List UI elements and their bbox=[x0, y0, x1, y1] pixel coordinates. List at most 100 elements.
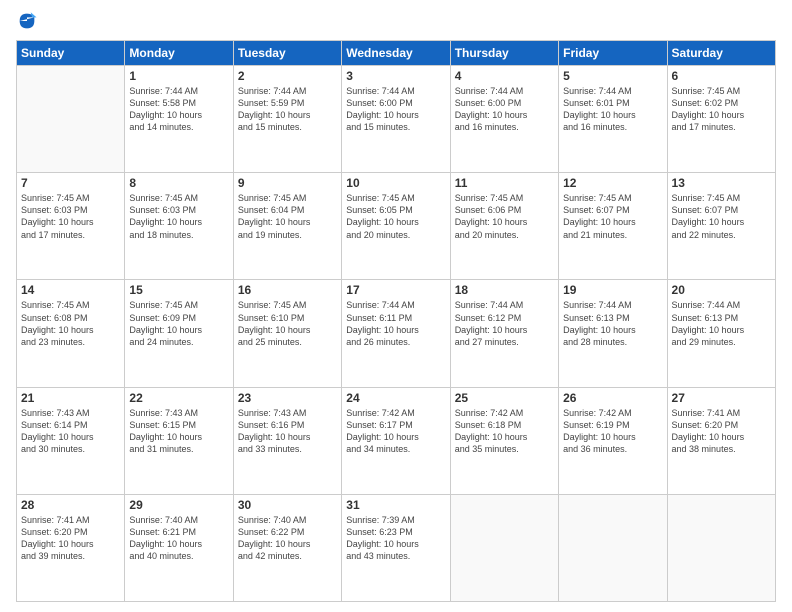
calendar-cell: 25Sunrise: 7:42 AM Sunset: 6:18 PM Dayli… bbox=[450, 387, 558, 494]
calendar-table: SundayMondayTuesdayWednesdayThursdayFrid… bbox=[16, 40, 776, 602]
day-number: 14 bbox=[21, 283, 120, 297]
calendar-cell: 11 Sunrise: 7:45 AM Sunset: 6:06 PM Dayli… bbox=[450, 173, 558, 280]
weekday-wednesday: Wednesday bbox=[342, 41, 450, 66]
day-info: Sunrise: 7:42 AM Sunset: 6:18 PM Dayligh… bbox=[455, 407, 554, 456]
day-number: 3 bbox=[346, 69, 445, 83]
day-info: Sunrise: 7:45 AM Sunset: 6:03 PM Dayligh… bbox=[21, 192, 120, 241]
day-number: 22 bbox=[129, 391, 228, 405]
day-info: Sunrise: 7:42 AM Sunset: 6:17 PM Dayligh… bbox=[346, 407, 445, 456]
calendar-cell: 1Sunrise: 7:44 AM Sunset: 5:58 PM Daylig… bbox=[125, 66, 233, 173]
day-number: 29 bbox=[129, 498, 228, 512]
calendar-cell: 27 Sunrise: 7:41 AM Sunset: 6:20 PM Dayli… bbox=[667, 387, 775, 494]
logo-icon bbox=[16, 10, 38, 32]
day-info: Sunrise: 7:45 AM Sunset: 6:09 PM Dayligh… bbox=[129, 299, 228, 348]
calendar-cell bbox=[17, 66, 125, 173]
day-info: Sunrise: 7:45 AM Sunset: 6:08 PM Dayligh… bbox=[21, 299, 120, 348]
day-info: Sunrise: 7:44 AM Sunset: 6:00 PM Dayligh… bbox=[346, 85, 445, 134]
day-info: Sunrise: 7:39 AM Sunset: 6:23 PM Dayligh… bbox=[346, 514, 445, 563]
week-row-0: 1Sunrise: 7:44 AM Sunset: 5:58 PM Daylig… bbox=[17, 66, 776, 173]
weekday-thursday: Thursday bbox=[450, 41, 558, 66]
day-info: Sunrise: 7:44 AM Sunset: 6:13 PM Dayligh… bbox=[563, 299, 662, 348]
day-info: Sunrise: 7:45 AM Sunset: 6:03 PM Dayligh… bbox=[129, 192, 228, 241]
day-number: 23 bbox=[238, 391, 337, 405]
day-info: Sunrise: 7:45 AM Sunset: 6:02 PM Dayligh… bbox=[672, 85, 771, 134]
day-info: Sunrise: 7:43 AM Sunset: 6:15 PM Dayligh… bbox=[129, 407, 228, 456]
day-number: 28 bbox=[21, 498, 120, 512]
day-info: Sunrise: 7:45 AM Sunset: 6:07 PM Dayligh… bbox=[563, 192, 662, 241]
calendar-cell: 30 Sunrise: 7:40 AM Sunset: 6:22 PM Dayli… bbox=[233, 494, 341, 601]
day-number: 30 bbox=[238, 498, 337, 512]
day-number: 31 bbox=[346, 498, 445, 512]
day-number: 5 bbox=[563, 69, 662, 83]
week-row-2: 14 Sunrise: 7:45 AM Sunset: 6:08 PM Dayli… bbox=[17, 280, 776, 387]
calendar-cell bbox=[667, 494, 775, 601]
calendar-cell: 29 Sunrise: 7:40 AM Sunset: 6:21 PM Dayli… bbox=[125, 494, 233, 601]
day-info: Sunrise: 7:44 AM Sunset: 6:12 PM Dayligh… bbox=[455, 299, 554, 348]
calendar-cell: 19Sunrise: 7:44 AM Sunset: 6:13 PM Dayli… bbox=[559, 280, 667, 387]
day-info: Sunrise: 7:40 AM Sunset: 6:21 PM Dayligh… bbox=[129, 514, 228, 563]
day-number: 7 bbox=[21, 176, 120, 190]
calendar-cell: 7 Sunrise: 7:45 AM Sunset: 6:03 PM Daylig… bbox=[17, 173, 125, 280]
day-number: 18 bbox=[455, 283, 554, 297]
day-number: 20 bbox=[672, 283, 771, 297]
page: SundayMondayTuesdayWednesdayThursdayFrid… bbox=[0, 0, 792, 612]
weekday-saturday: Saturday bbox=[667, 41, 775, 66]
day-number: 21 bbox=[21, 391, 120, 405]
calendar-cell: 31 Sunrise: 7:39 AM Sunset: 6:23 PM Dayli… bbox=[342, 494, 450, 601]
day-info: Sunrise: 7:45 AM Sunset: 6:04 PM Dayligh… bbox=[238, 192, 337, 241]
calendar-cell bbox=[450, 494, 558, 601]
day-info: Sunrise: 7:40 AM Sunset: 6:22 PM Dayligh… bbox=[238, 514, 337, 563]
calendar-cell: 5 Sunrise: 7:44 AM Sunset: 6:01 PM Daylig… bbox=[559, 66, 667, 173]
weekday-header-row: SundayMondayTuesdayWednesdayThursdayFrid… bbox=[17, 41, 776, 66]
week-row-4: 28 Sunrise: 7:41 AM Sunset: 6:20 PM Dayli… bbox=[17, 494, 776, 601]
calendar-cell: 2 Sunrise: 7:44 AM Sunset: 5:59 PM Daylig… bbox=[233, 66, 341, 173]
day-number: 10 bbox=[346, 176, 445, 190]
calendar-cell bbox=[559, 494, 667, 601]
calendar-cell: 6 Sunrise: 7:45 AM Sunset: 6:02 PM Daylig… bbox=[667, 66, 775, 173]
weekday-monday: Monday bbox=[125, 41, 233, 66]
weekday-sunday: Sunday bbox=[17, 41, 125, 66]
day-number: 6 bbox=[672, 69, 771, 83]
logo bbox=[16, 10, 42, 32]
calendar-cell: 8 Sunrise: 7:45 AM Sunset: 6:03 PM Daylig… bbox=[125, 173, 233, 280]
calendar-cell: 18 Sunrise: 7:44 AM Sunset: 6:12 PM Dayli… bbox=[450, 280, 558, 387]
week-row-1: 7 Sunrise: 7:45 AM Sunset: 6:03 PM Daylig… bbox=[17, 173, 776, 280]
calendar-cell: 10 Sunrise: 7:45 AM Sunset: 6:05 PM Dayli… bbox=[342, 173, 450, 280]
calendar-cell: 3 Sunrise: 7:44 AM Sunset: 6:00 PM Daylig… bbox=[342, 66, 450, 173]
day-info: Sunrise: 7:45 AM Sunset: 6:06 PM Dayligh… bbox=[455, 192, 554, 241]
day-info: Sunrise: 7:41 AM Sunset: 6:20 PM Dayligh… bbox=[21, 514, 120, 563]
calendar-cell: 15 Sunrise: 7:45 AM Sunset: 6:09 PM Dayli… bbox=[125, 280, 233, 387]
day-number: 1 bbox=[129, 69, 228, 83]
day-number: 11 bbox=[455, 176, 554, 190]
day-number: 9 bbox=[238, 176, 337, 190]
day-number: 12 bbox=[563, 176, 662, 190]
day-number: 4 bbox=[455, 69, 554, 83]
day-number: 8 bbox=[129, 176, 228, 190]
calendar-cell: 12 Sunrise: 7:45 AM Sunset: 6:07 PM Dayli… bbox=[559, 173, 667, 280]
day-info: Sunrise: 7:44 AM Sunset: 6:00 PM Dayligh… bbox=[455, 85, 554, 134]
weekday-tuesday: Tuesday bbox=[233, 41, 341, 66]
calendar-cell: 21Sunrise: 7:43 AM Sunset: 6:14 PM Dayli… bbox=[17, 387, 125, 494]
day-number: 27 bbox=[672, 391, 771, 405]
day-info: Sunrise: 7:45 AM Sunset: 6:10 PM Dayligh… bbox=[238, 299, 337, 348]
day-number: 2 bbox=[238, 69, 337, 83]
day-info: Sunrise: 7:45 AM Sunset: 6:05 PM Dayligh… bbox=[346, 192, 445, 241]
day-number: 15 bbox=[129, 283, 228, 297]
calendar-cell: 26Sunrise: 7:42 AM Sunset: 6:19 PM Dayli… bbox=[559, 387, 667, 494]
day-info: Sunrise: 7:44 AM Sunset: 6:11 PM Dayligh… bbox=[346, 299, 445, 348]
calendar-cell: 9 Sunrise: 7:45 AM Sunset: 6:04 PM Daylig… bbox=[233, 173, 341, 280]
day-info: Sunrise: 7:41 AM Sunset: 6:20 PM Dayligh… bbox=[672, 407, 771, 456]
day-info: Sunrise: 7:44 AM Sunset: 6:13 PM Dayligh… bbox=[672, 299, 771, 348]
day-number: 13 bbox=[672, 176, 771, 190]
day-info: Sunrise: 7:44 AM Sunset: 5:59 PM Dayligh… bbox=[238, 85, 337, 134]
day-number: 26 bbox=[563, 391, 662, 405]
calendar-cell: 13Sunrise: 7:45 AM Sunset: 6:07 PM Dayli… bbox=[667, 173, 775, 280]
header bbox=[16, 10, 776, 32]
day-number: 17 bbox=[346, 283, 445, 297]
week-row-3: 21Sunrise: 7:43 AM Sunset: 6:14 PM Dayli… bbox=[17, 387, 776, 494]
day-number: 24 bbox=[346, 391, 445, 405]
day-info: Sunrise: 7:44 AM Sunset: 6:01 PM Dayligh… bbox=[563, 85, 662, 134]
calendar-cell: 22 Sunrise: 7:43 AM Sunset: 6:15 PM Dayli… bbox=[125, 387, 233, 494]
calendar-cell: 14 Sunrise: 7:45 AM Sunset: 6:08 PM Dayli… bbox=[17, 280, 125, 387]
day-number: 16 bbox=[238, 283, 337, 297]
